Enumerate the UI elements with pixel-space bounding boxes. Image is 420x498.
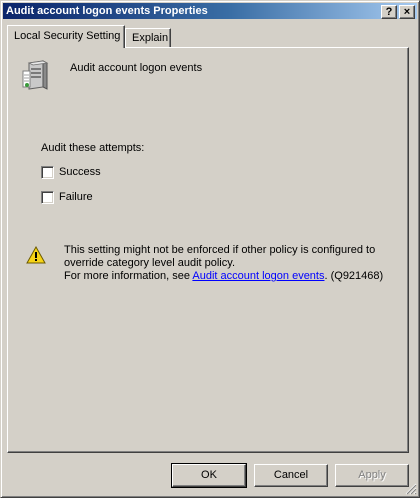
warning-line-1: This setting might not be enforced if ot… — [64, 244, 376, 256]
title-bar[interactable]: Audit account logon events Properties ? … — [3, 3, 417, 19]
ok-button[interactable]: OK — [171, 463, 247, 488]
tab-local-security-setting[interactable]: Local Security Setting — [7, 25, 125, 48]
more-info-link[interactable]: Audit account logon events — [192, 270, 324, 282]
tab-label: Local Security Setting — [14, 30, 121, 42]
cancel-button[interactable]: Cancel — [254, 464, 328, 487]
warning-icon — [26, 246, 46, 264]
failure-label[interactable]: Failure — [59, 191, 93, 204]
success-label[interactable]: Success — [59, 166, 101, 179]
warning-line-2: override category level audit policy. — [64, 257, 235, 269]
warning-line-3-prefix: For more information, see — [64, 270, 193, 282]
tab-label: Explain — [132, 32, 169, 44]
help-button[interactable]: ? — [381, 5, 397, 19]
tab-explain[interactable]: Explain — [125, 28, 171, 47]
warning-message: This setting might not be enforced if ot… — [64, 244, 394, 283]
warning-line-3: For more information, see Audit account … — [64, 270, 394, 283]
warning-line-3-suffix: . (Q921468) — [324, 270, 384, 282]
window-title: Audit account logon events Properties — [6, 5, 208, 17]
failure-checkbox[interactable] — [41, 191, 54, 204]
properties-dialog: Audit account logon events Properties ? … — [0, 0, 420, 498]
audit-group-label: Audit these attempts: — [41, 142, 145, 154]
server-policy-icon — [22, 60, 49, 90]
policy-name: Audit account logon events — [70, 62, 203, 74]
success-checkbox[interactable] — [41, 166, 54, 179]
apply-button[interactable]: Apply — [335, 464, 409, 487]
close-button[interactable]: × — [399, 5, 415, 19]
resize-grip[interactable] — [405, 483, 417, 495]
